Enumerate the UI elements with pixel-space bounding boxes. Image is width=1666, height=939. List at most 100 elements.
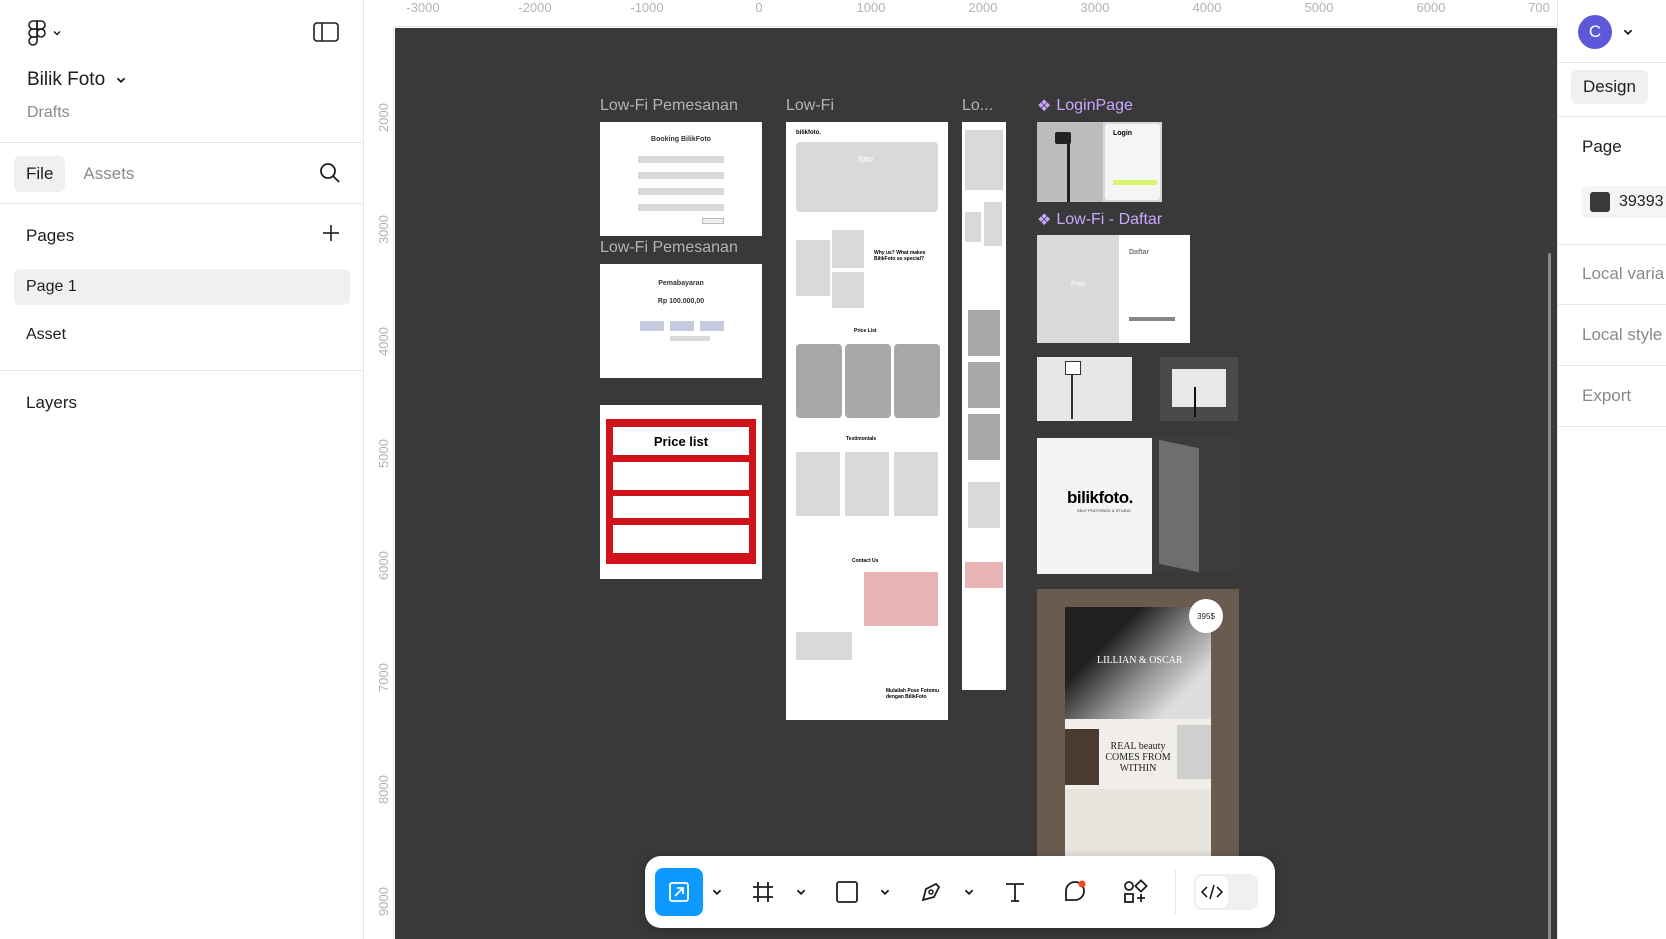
layers-heading: Layers xyxy=(26,393,78,412)
ruler-tick: 7000 xyxy=(376,663,391,692)
daftar-title: Daftar xyxy=(1129,249,1150,256)
frame-login-page[interactable]: Login xyxy=(1037,122,1162,202)
component-icon: ❖ xyxy=(1037,212,1052,229)
daftar-foto: Foto xyxy=(1071,281,1086,288)
divider xyxy=(1558,426,1666,427)
frame-tool-button[interactable] xyxy=(739,868,787,916)
actions-tool-button[interactable] xyxy=(1111,868,1159,916)
ruler-tick: -3000 xyxy=(406,0,440,15)
chevron-down-icon[interactable] xyxy=(1622,26,1634,38)
local-variables[interactable]: Local varia xyxy=(1582,264,1664,284)
ruler-tick: 4000 xyxy=(376,327,391,356)
left-sidebar: Bilik Foto Drafts File Assets Pages Page… xyxy=(0,0,364,939)
file-location[interactable]: Drafts xyxy=(27,104,70,122)
wedding-template[interactable]: LILLIAN & OSCAR 395$ REAL beauty COMES F… xyxy=(1037,589,1239,889)
frame-label-lo[interactable]: Lo... xyxy=(962,97,993,115)
ruler-tick: 3000 xyxy=(376,215,391,244)
page-item-page-1[interactable]: Page 1 xyxy=(14,269,350,305)
ruler-tick: -1000 xyxy=(630,0,664,15)
tab-assets[interactable]: Assets xyxy=(71,156,146,192)
figma-logo-icon xyxy=(28,20,46,46)
vertical-ruler: 2000 3000 4000 5000 6000 7000 8000 9000 xyxy=(364,27,394,939)
ruler-tick: -2000 xyxy=(518,0,552,15)
chevron-down-icon[interactable] xyxy=(879,886,891,898)
ruler-tick: 2000 xyxy=(968,0,998,15)
price-badge: 395$ xyxy=(1189,599,1223,633)
component-label-daftar[interactable]: ❖ Low-Fi - Daftar xyxy=(1037,210,1162,230)
chevron-down-icon[interactable] xyxy=(711,886,723,898)
divider xyxy=(0,370,364,371)
divider xyxy=(0,142,364,143)
pages-heading: Pages xyxy=(26,226,75,245)
frame-price-list[interactable]: Price list xyxy=(600,405,762,579)
search-icon[interactable] xyxy=(318,161,342,185)
page-color-value[interactable]: 39393 xyxy=(1619,193,1664,211)
chevron-down-icon[interactable] xyxy=(963,886,975,898)
avatar[interactable]: C xyxy=(1578,15,1612,49)
divider xyxy=(1558,365,1666,366)
shape-tool-button[interactable] xyxy=(823,868,871,916)
dev-mode-toggle[interactable] xyxy=(1194,874,1258,910)
divider xyxy=(1558,304,1666,305)
frame-label-booking[interactable]: Low-Fi Pemesanan xyxy=(600,97,738,115)
plus-icon[interactable] xyxy=(320,222,342,244)
vertical-scrollbar[interactable] xyxy=(1548,253,1551,939)
price-list-title: Price list xyxy=(653,434,709,449)
frame-lowfi-landing[interactable]: bilikfoto. foto Why us? What makes Bilik… xyxy=(786,122,948,720)
comment-tool-button[interactable] xyxy=(1051,868,1099,916)
frame-lowfi-mobile[interactable] xyxy=(962,122,1006,690)
login-title: Login xyxy=(1113,130,1133,137)
ruler-tick: 8000 xyxy=(376,775,391,804)
ruler-tick: 4000 xyxy=(1192,0,1222,15)
page-item-asset[interactable]: Asset xyxy=(14,317,350,353)
main-menu-button[interactable] xyxy=(28,20,62,46)
frame-label-payment[interactable]: Low-Fi Pemesanan xyxy=(600,239,738,257)
wedding-names: LILLIAN & OSCAR xyxy=(1097,655,1183,666)
bottom-toolbar xyxy=(645,856,1275,928)
ruler-tick: 5000 xyxy=(1304,0,1334,15)
export-section[interactable]: Export xyxy=(1582,386,1631,406)
ruler-tick: 3000 xyxy=(1080,0,1110,15)
frame-payment[interactable]: Pemabayaran Rp 100.000,00 xyxy=(600,264,762,378)
move-tool-button[interactable] xyxy=(655,868,703,916)
pen-tool-button[interactable] xyxy=(907,868,955,916)
frame-icon xyxy=(753,882,773,902)
component-label-login[interactable]: ❖ LoginPage xyxy=(1037,96,1133,116)
divider xyxy=(1558,244,1666,245)
brand-photo[interactable]: bilikfoto. SELF PHOTOBOX & STUDIO xyxy=(1037,438,1239,574)
lowfi-footer: Mulailah Pose Fotomu dengan BilikFoto xyxy=(886,688,940,700)
text-tool-button[interactable] xyxy=(991,868,1039,916)
payment-title: Pemabayaran xyxy=(658,280,704,287)
dev-mode-button[interactable] xyxy=(1196,876,1228,908)
component-icon: ❖ xyxy=(1037,98,1052,115)
figma-editor: Bilik Foto Drafts File Assets Pages Page… xyxy=(0,0,1666,939)
file-name-button[interactable]: Bilik Foto xyxy=(27,69,127,91)
canvas-area[interactable]: -3000 -2000 -1000 0 1000 2000 3000 4000 … xyxy=(364,0,1557,939)
lowfi-testimonials: Testimonials xyxy=(846,436,877,442)
shapes-actions-icon xyxy=(1124,879,1148,903)
brand-tagline: SELF PHOTOBOX & STUDIO xyxy=(1077,508,1131,513)
code-icon xyxy=(1201,884,1223,900)
lowfi-contact: Contact Us xyxy=(852,558,879,564)
ruler-tick: 6000 xyxy=(376,551,391,580)
ruler-tick: 6000 xyxy=(1416,0,1446,15)
chevron-down-icon[interactable] xyxy=(795,886,807,898)
frame-daftar[interactable]: Foto Daftar xyxy=(1037,235,1190,343)
payment-amount: Rp 100.000,00 xyxy=(657,298,705,305)
booking-title: Booking BilikFoto xyxy=(651,136,711,143)
frame-label-lowfi[interactable]: Low-Fi xyxy=(786,97,834,115)
page-color-field[interactable]: 39393 xyxy=(1582,186,1666,218)
canvas-stage[interactable]: Low-Fi Pemesanan Booking BilikFoto Low-F… xyxy=(395,28,1557,939)
brand-wordmark: bilikfoto. xyxy=(1067,488,1133,507)
frame-booking[interactable]: Booking BilikFoto xyxy=(600,122,762,236)
color-swatch[interactable] xyxy=(1590,192,1610,212)
tab-file[interactable]: File xyxy=(14,156,66,192)
ruler-tick: 700 xyxy=(1528,0,1550,15)
divider xyxy=(1558,116,1666,117)
studio-photo-2[interactable] xyxy=(1160,357,1238,421)
divider xyxy=(1558,62,1666,63)
local-styles[interactable]: Local style xyxy=(1582,325,1662,345)
sidebar-toggle-icon[interactable] xyxy=(312,20,340,44)
studio-photo-1[interactable] xyxy=(1037,357,1132,421)
tab-design[interactable]: Design xyxy=(1571,70,1648,104)
